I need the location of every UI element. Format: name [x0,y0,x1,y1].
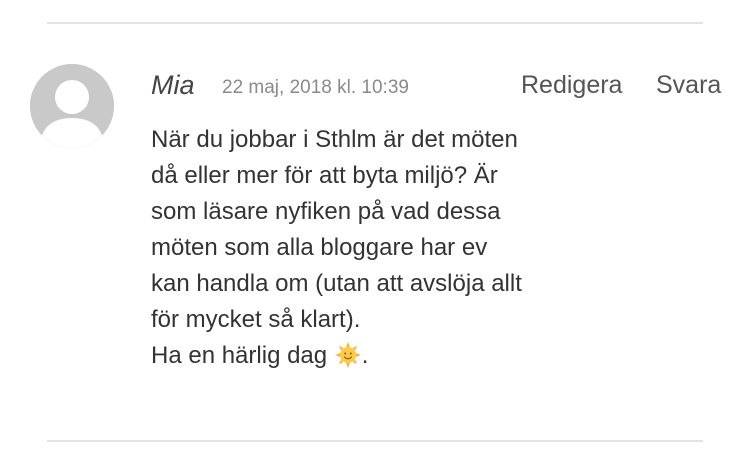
edit-link[interactable]: Redigera [521,70,622,100]
comment-text: När du jobbar i Sthlm är det möten då el… [151,126,522,333]
comment-closing: Ha en härlig dag . [151,338,523,374]
comment-author: Mia [151,70,195,100]
top-divider [47,22,703,24]
closing-punctuation: . [361,342,369,369]
closing-text: Ha en härlig dag [151,342,328,369]
avatar [30,64,114,148]
sun-emoji-icon [334,342,361,368]
default-user-icon [30,64,114,148]
reply-link[interactable]: Svara [656,70,721,100]
bottom-divider [47,440,703,442]
comment-date: 22 maj, 2018 kl. 10:39 [222,77,409,98]
comment-body: När du jobbar i Sthlm är det möten då el… [151,122,523,374]
